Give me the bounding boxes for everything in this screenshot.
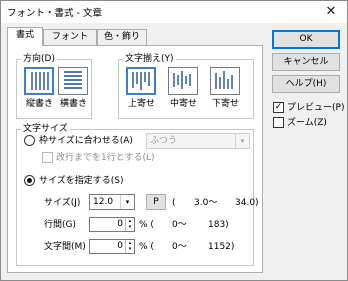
align-bottom-button[interactable] xyxy=(210,67,240,95)
line-spacing-range-min: 0〜 xyxy=(172,220,187,230)
size-range-max: 34.0) xyxy=(235,198,259,208)
ok-button-label: OK xyxy=(299,34,313,44)
zoom-checkbox[interactable] xyxy=(273,117,284,128)
chevron-down-icon: ▾ xyxy=(120,195,134,209)
size-range-open: ( xyxy=(172,198,176,208)
fit-size-select-value: ふつう xyxy=(150,136,178,146)
preview-label: プレビュー(P) xyxy=(287,103,345,113)
spin-down-icon[interactable]: ▾ xyxy=(126,224,134,230)
vertical-writing-icon xyxy=(31,72,49,90)
cancel-button-label: キャンセル xyxy=(283,57,329,67)
char-spacing-unit: % ( xyxy=(139,242,154,252)
align-top-label: 上寄せ xyxy=(128,99,156,109)
point-unit-button[interactable]: P xyxy=(146,194,166,210)
dialog-window: フォント・書式 - 文章 ✕ 書式 フォント 色・飾り 方向(D) 縦書き 横書… xyxy=(0,0,348,281)
preview-checkbox[interactable]: ✓ xyxy=(273,102,284,113)
align-bottom-icon xyxy=(215,71,233,89)
size-label: サイズ(J) xyxy=(44,198,81,208)
char-spacing-label: 文字間(M) xyxy=(44,242,86,252)
direction-group-label: 方向(D) xyxy=(21,54,57,64)
close-button[interactable]: ✕ xyxy=(319,3,343,21)
fit-size-select[interactable]: ふつう ▾ xyxy=(146,133,250,149)
horizontal-writing-button[interactable] xyxy=(58,67,88,95)
wrap-line-checkbox[interactable] xyxy=(42,152,53,163)
align-top-button[interactable] xyxy=(126,67,156,95)
window-title: フォント・書式 - 文章 xyxy=(7,8,102,19)
spin-arrows[interactable]: ▴ ▾ xyxy=(125,240,134,253)
char-spacing-range-min: 0〜 xyxy=(172,242,187,252)
alignment-group-label: 文字揃え(Y) xyxy=(123,54,176,64)
align-middle-label: 中寄せ xyxy=(170,99,198,109)
vertical-writing-button[interactable] xyxy=(24,67,54,95)
ok-button[interactable]: OK xyxy=(272,30,340,49)
line-spacing-unit: % ( xyxy=(139,220,154,230)
zoom-label: ズーム(Z) xyxy=(287,118,327,128)
align-bottom-label: 下寄せ xyxy=(212,99,240,109)
fit-frame-radio[interactable] xyxy=(24,135,35,146)
point-unit-button-label: P xyxy=(153,197,159,207)
align-middle-button[interactable] xyxy=(168,67,198,95)
format-tab-panel: 方向(D) 縦書き 横書き 文字揃え(Y) 上寄せ 中寄せ 下寄せ 文字サイズ … xyxy=(7,45,263,273)
specify-size-label: サイズを指定する(S) xyxy=(39,176,124,186)
line-spacing-value: 0 xyxy=(117,219,123,229)
tab-color-decoration[interactable]: 色・飾り xyxy=(97,29,147,45)
tab-format[interactable]: 書式 xyxy=(7,27,43,46)
tab-color-decoration-label: 色・飾り xyxy=(103,32,140,42)
spin-arrows[interactable]: ▴ ▾ xyxy=(125,218,134,231)
size-combo-value: 12.0 xyxy=(93,197,114,207)
help-button[interactable]: ヘルプ(H) xyxy=(272,75,340,93)
spin-down-icon[interactable]: ▾ xyxy=(126,246,134,252)
chevron-down-icon: ▾ xyxy=(235,134,249,148)
title-bar[interactable]: フォント・書式 - 文章 ✕ xyxy=(1,1,347,23)
wrap-line-label: 改行までを1行とする(L) xyxy=(56,153,155,163)
size-range-min: 3.0〜 xyxy=(194,198,218,208)
tab-font[interactable]: フォント xyxy=(43,29,97,45)
line-spacing-range-max: 183) xyxy=(208,220,229,230)
line-spacing-label: 行間(G) xyxy=(44,220,76,230)
vertical-writing-label: 縦書き xyxy=(26,99,54,109)
line-spacing-spinner[interactable]: 0 ▴ ▾ xyxy=(89,217,135,232)
horizontal-writing-label: 横書き xyxy=(60,99,88,109)
fit-frame-label: 枠サイズに合わせる(A) xyxy=(39,136,133,146)
align-top-icon xyxy=(132,72,150,90)
align-middle-icon xyxy=(173,71,191,89)
specify-size-radio[interactable] xyxy=(24,175,35,186)
char-size-group-label: 文字サイズ xyxy=(21,124,70,134)
checkmark-icon: ✓ xyxy=(274,102,283,112)
tab-format-label: 書式 xyxy=(15,30,34,40)
help-button-label: ヘルプ(H) xyxy=(285,79,327,89)
cancel-button[interactable]: キャンセル xyxy=(272,53,340,71)
char-spacing-range-max: 1152) xyxy=(208,242,235,252)
horizontal-writing-icon xyxy=(64,71,82,89)
char-spacing-value: 0 xyxy=(117,241,123,251)
size-combo[interactable]: 12.0 ▾ xyxy=(89,194,135,210)
char-spacing-spinner[interactable]: 0 ▴ ▾ xyxy=(89,239,135,254)
tab-font-label: フォント xyxy=(51,32,88,42)
